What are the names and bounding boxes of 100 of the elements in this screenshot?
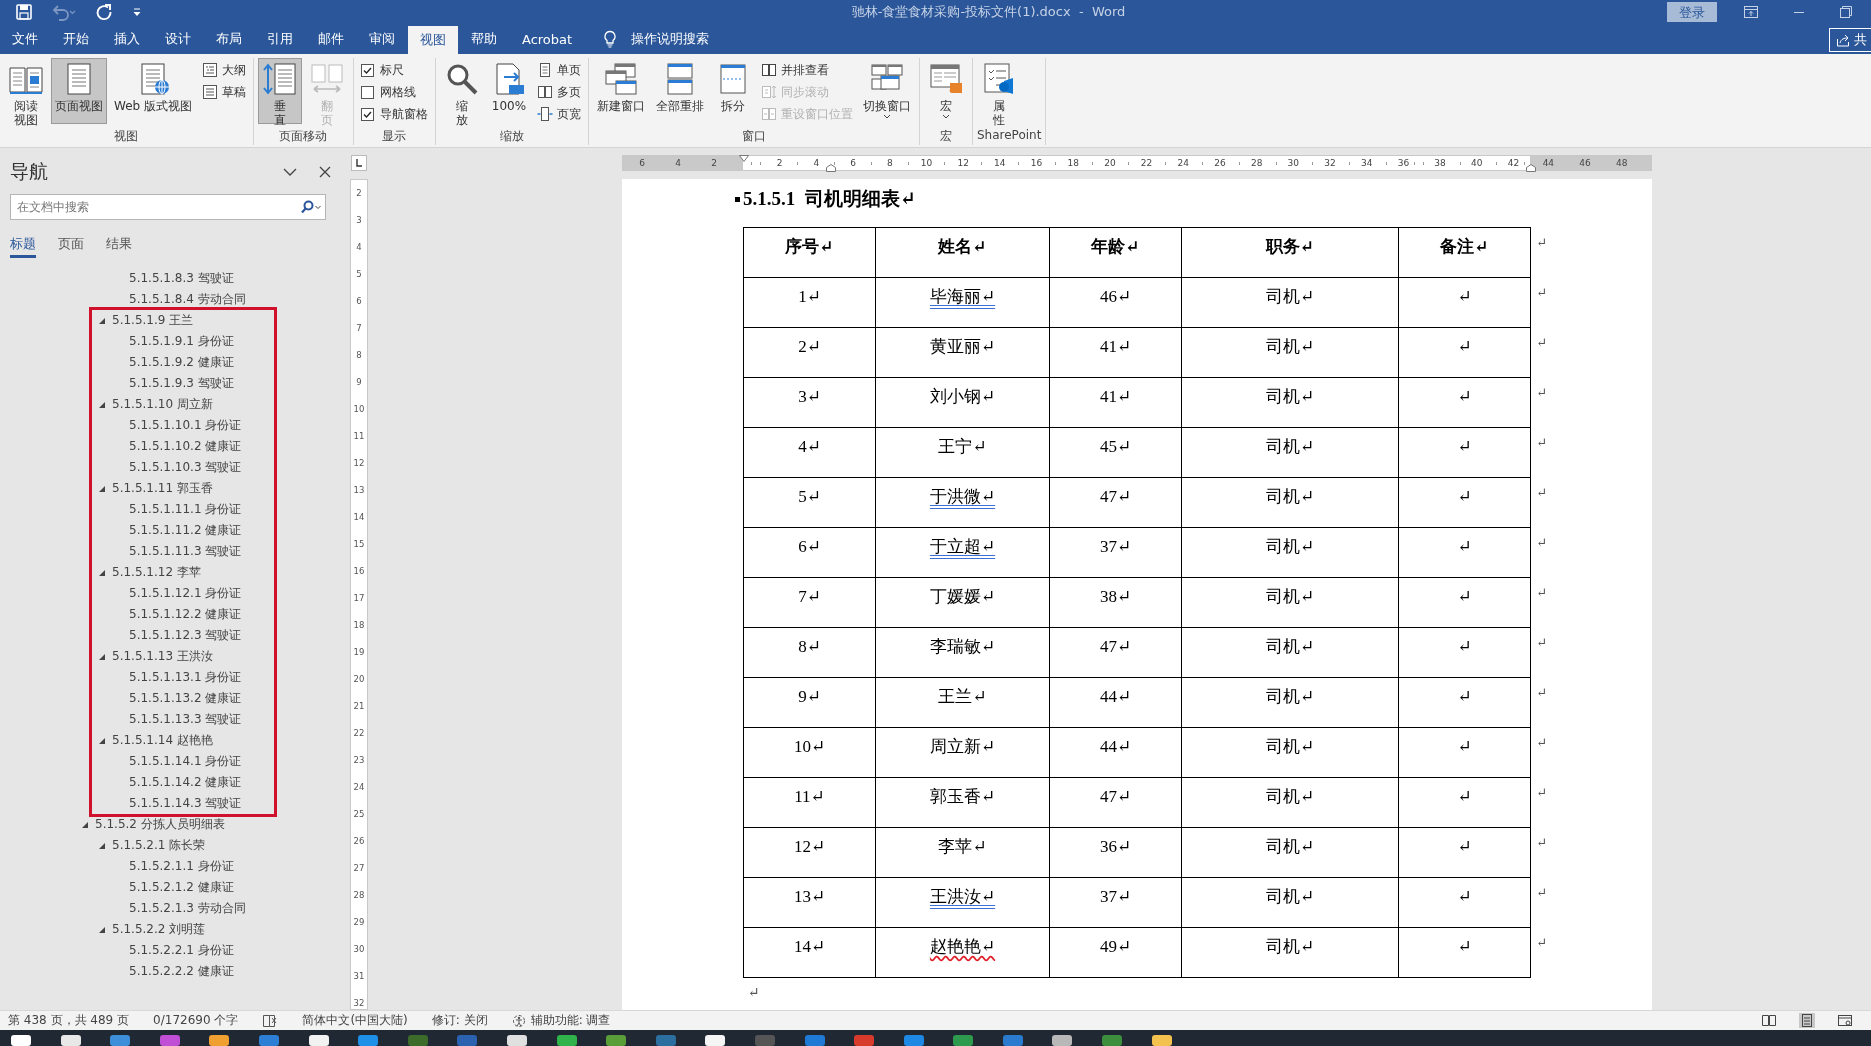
sign-in-button[interactable]: 登录 <box>1667 2 1717 22</box>
ribbon-button[interactable]: 100% <box>487 58 531 124</box>
ribbon-button[interactable]: 阅读 视图 <box>4 58 48 124</box>
ribbon-button[interactable]: 页宽 <box>534 104 584 124</box>
nav-heading[interactable]: 5.1.5.1.10.3 驾驶证 <box>129 459 242 476</box>
share-button[interactable]: 共 <box>1829 28 1871 52</box>
expand-arrow-icon[interactable] <box>98 841 106 850</box>
nav-heading[interactable]: 5.1.5.1.14 赵艳艳 <box>112 732 213 749</box>
taskbar-app-icon[interactable] <box>11 1032 31 1046</box>
accessibility-status[interactable]: 辅助功能: 调查 <box>511 1012 611 1029</box>
nav-heading[interactable]: 5.1.5.1.10.2 健康证 <box>129 438 242 455</box>
expand-arrow-icon[interactable] <box>98 568 106 577</box>
nav-heading[interactable]: 5.1.5.1.12.3 驾驶证 <box>129 627 242 644</box>
menu-tab[interactable]: 审阅 <box>357 24 407 54</box>
nav-heading[interactable]: 5.1.5.1.12.2 健康证 <box>129 606 242 623</box>
nav-heading[interactable]: 5.1.5.1.12.1 身份证 <box>129 585 242 602</box>
status-text[interactable]: 修订: 关闭 <box>431 1012 488 1029</box>
tab-stop-icon[interactable] <box>351 155 367 171</box>
menu-tab[interactable]: 帮助 <box>459 24 509 54</box>
nav-heading[interactable]: 5.1.5.1.10 周立新 <box>112 396 213 413</box>
ribbon-button[interactable]: 全部重排 <box>652 58 708 124</box>
menu-tab[interactable]: 视图 <box>408 26 458 54</box>
expand-arrow-icon[interactable] <box>98 400 106 409</box>
taskbar-app-icon[interactable] <box>209 1032 230 1046</box>
save-icon[interactable] <box>15 3 33 21</box>
status-text[interactable]: 第 438 页，共 489 页 <box>8 1012 130 1029</box>
expand-arrow-icon[interactable] <box>98 484 106 493</box>
pane-tab[interactable]: 标题 <box>10 236 36 258</box>
taskbar-app-icon[interactable] <box>1052 1032 1073 1046</box>
ribbon-button[interactable]: Web 版式视图 <box>110 58 196 124</box>
search-icon[interactable] <box>300 200 322 214</box>
taskbar-app-icon[interactable] <box>60 1032 81 1046</box>
menu-tab[interactable]: 插入 <box>102 24 152 54</box>
ribbon-button[interactable]: 垂 直 <box>258 58 302 124</box>
ribbon-display-icon[interactable] <box>1743 5 1759 19</box>
menu-tab[interactable]: Acrobat <box>510 24 585 54</box>
nav-heading[interactable]: 5.1.5.1.9 王兰 <box>112 312 194 329</box>
ribbon-button[interactable]: 缩 放 <box>440 58 484 124</box>
ribbon-button[interactable]: 并排查看 <box>758 60 856 80</box>
nav-heading[interactable]: 5.1.5.2.1 陈长荣 <box>112 837 206 854</box>
checkbox[interactable] <box>361 63 374 77</box>
checkbox-option[interactable]: 导航窗格 <box>358 104 431 124</box>
nav-heading[interactable]: 5.1.5.1.11.2 健康证 <box>129 522 242 539</box>
nav-heading[interactable]: 5.1.5.2.1.3 劳动合同 <box>129 900 246 917</box>
nav-heading[interactable]: 5.1.5.1.10.1 身份证 <box>129 417 242 434</box>
close-icon[interactable] <box>318 165 332 179</box>
proofing-book-icon[interactable] <box>262 1013 279 1028</box>
ribbon-button[interactable]: 草稿 <box>199 82 249 102</box>
menu-tab[interactable]: 设计 <box>153 24 203 54</box>
nav-heading[interactable]: 5.1.5.2.2.1 身份证 <box>129 942 234 959</box>
ribbon-button[interactable]: 新建窗口 <box>593 58 649 124</box>
restore-icon[interactable] <box>1839 5 1853 19</box>
taskbar-app-icon[interactable] <box>506 1032 527 1046</box>
menu-tab[interactable]: 布局 <box>204 24 254 54</box>
nav-heading[interactable]: 5.1.5.1.8.3 驾驶证 <box>129 270 234 287</box>
menu-tab[interactable]: 邮件 <box>306 24 356 54</box>
nav-heading[interactable]: 5.1.5.2.1.2 健康证 <box>129 879 234 896</box>
indent-marker[interactable] <box>1526 164 1536 172</box>
nav-heading[interactable]: 5.1.5.1.13.2 健康证 <box>129 690 242 707</box>
taskbar-app-icon[interactable] <box>705 1032 726 1046</box>
pane-tab[interactable]: 页面 <box>58 236 84 258</box>
nav-heading[interactable]: 5.1.5.2.2 刘明莲 <box>112 921 206 938</box>
menu-tab[interactable]: 开始 <box>51 24 101 54</box>
status-text[interactable]: 简体中文(中国大陆) <box>302 1012 408 1029</box>
nav-heading[interactable]: 5.1.5.2.2.2 健康证 <box>129 963 234 980</box>
menu-tab[interactable]: 文件 <box>0 24 50 54</box>
expand-arrow-icon[interactable] <box>81 820 89 829</box>
checkbox[interactable] <box>361 107 374 121</box>
expand-arrow-icon[interactable] <box>98 316 106 325</box>
nav-heading[interactable]: 5.1.5.1.11.3 驾驶证 <box>129 543 242 560</box>
nav-heading[interactable]: 5.1.5.1.9.1 身份证 <box>129 333 234 350</box>
print-layout-icon[interactable] <box>1799 1013 1815 1028</box>
checkbox[interactable] <box>361 85 374 99</box>
nav-heading[interactable]: 5.1.5.2.1.1 身份证 <box>129 858 234 875</box>
nav-heading[interactable]: 5.1.5.1.12 李苹 <box>112 564 201 581</box>
nav-heading[interactable]: 5.1.5.1.8.4 劳动合同 <box>129 291 246 308</box>
expand-arrow-icon[interactable] <box>98 736 106 745</box>
nav-heading[interactable]: 5.1.5.1.11.1 身份证 <box>129 501 242 518</box>
nav-heading[interactable]: 5.1.5.1.14.2 健康证 <box>129 774 242 791</box>
taskbar-app-icon[interactable] <box>1151 1032 1172 1046</box>
indent-marker[interactable] <box>826 164 836 172</box>
nav-heading[interactable]: 5.1.5.1.13.3 驾驶证 <box>129 711 242 728</box>
checkbox-option[interactable]: 标尺 <box>358 60 431 80</box>
nav-heading[interactable]: 5.1.5.2 分拣人员明细表 <box>95 816 225 833</box>
ribbon-button[interactable]: 单页 <box>534 60 584 80</box>
ribbon-button[interactable]: 多页 <box>534 82 584 102</box>
read-mode-icon[interactable] <box>1761 1013 1777 1028</box>
nav-heading[interactable]: 5.1.5.1.9.3 驾驶证 <box>129 375 234 392</box>
web-layout-icon[interactable] <box>1837 1013 1853 1028</box>
nav-heading[interactable]: 5.1.5.1.14.3 驾驶证 <box>129 795 242 812</box>
ribbon-button[interactable]: 宏 <box>924 58 968 124</box>
tell-me-search[interactable]: 操作说明搜索 <box>585 24 710 54</box>
search-field[interactable]: 在文档中搜索 <box>10 194 326 220</box>
nav-heading[interactable]: 5.1.5.1.13.1 身份证 <box>129 669 242 686</box>
taskbar-app-icon[interactable] <box>308 1032 329 1046</box>
expand-arrow-icon[interactable] <box>98 652 106 661</box>
status-text[interactable]: 0/172690 个字 <box>153 1012 239 1029</box>
ribbon-button[interactable]: 属 性 <box>977 58 1021 124</box>
ribbon-button[interactable]: 大纲 <box>199 60 249 80</box>
ribbon-button[interactable]: 切换窗口 <box>859 58 915 124</box>
